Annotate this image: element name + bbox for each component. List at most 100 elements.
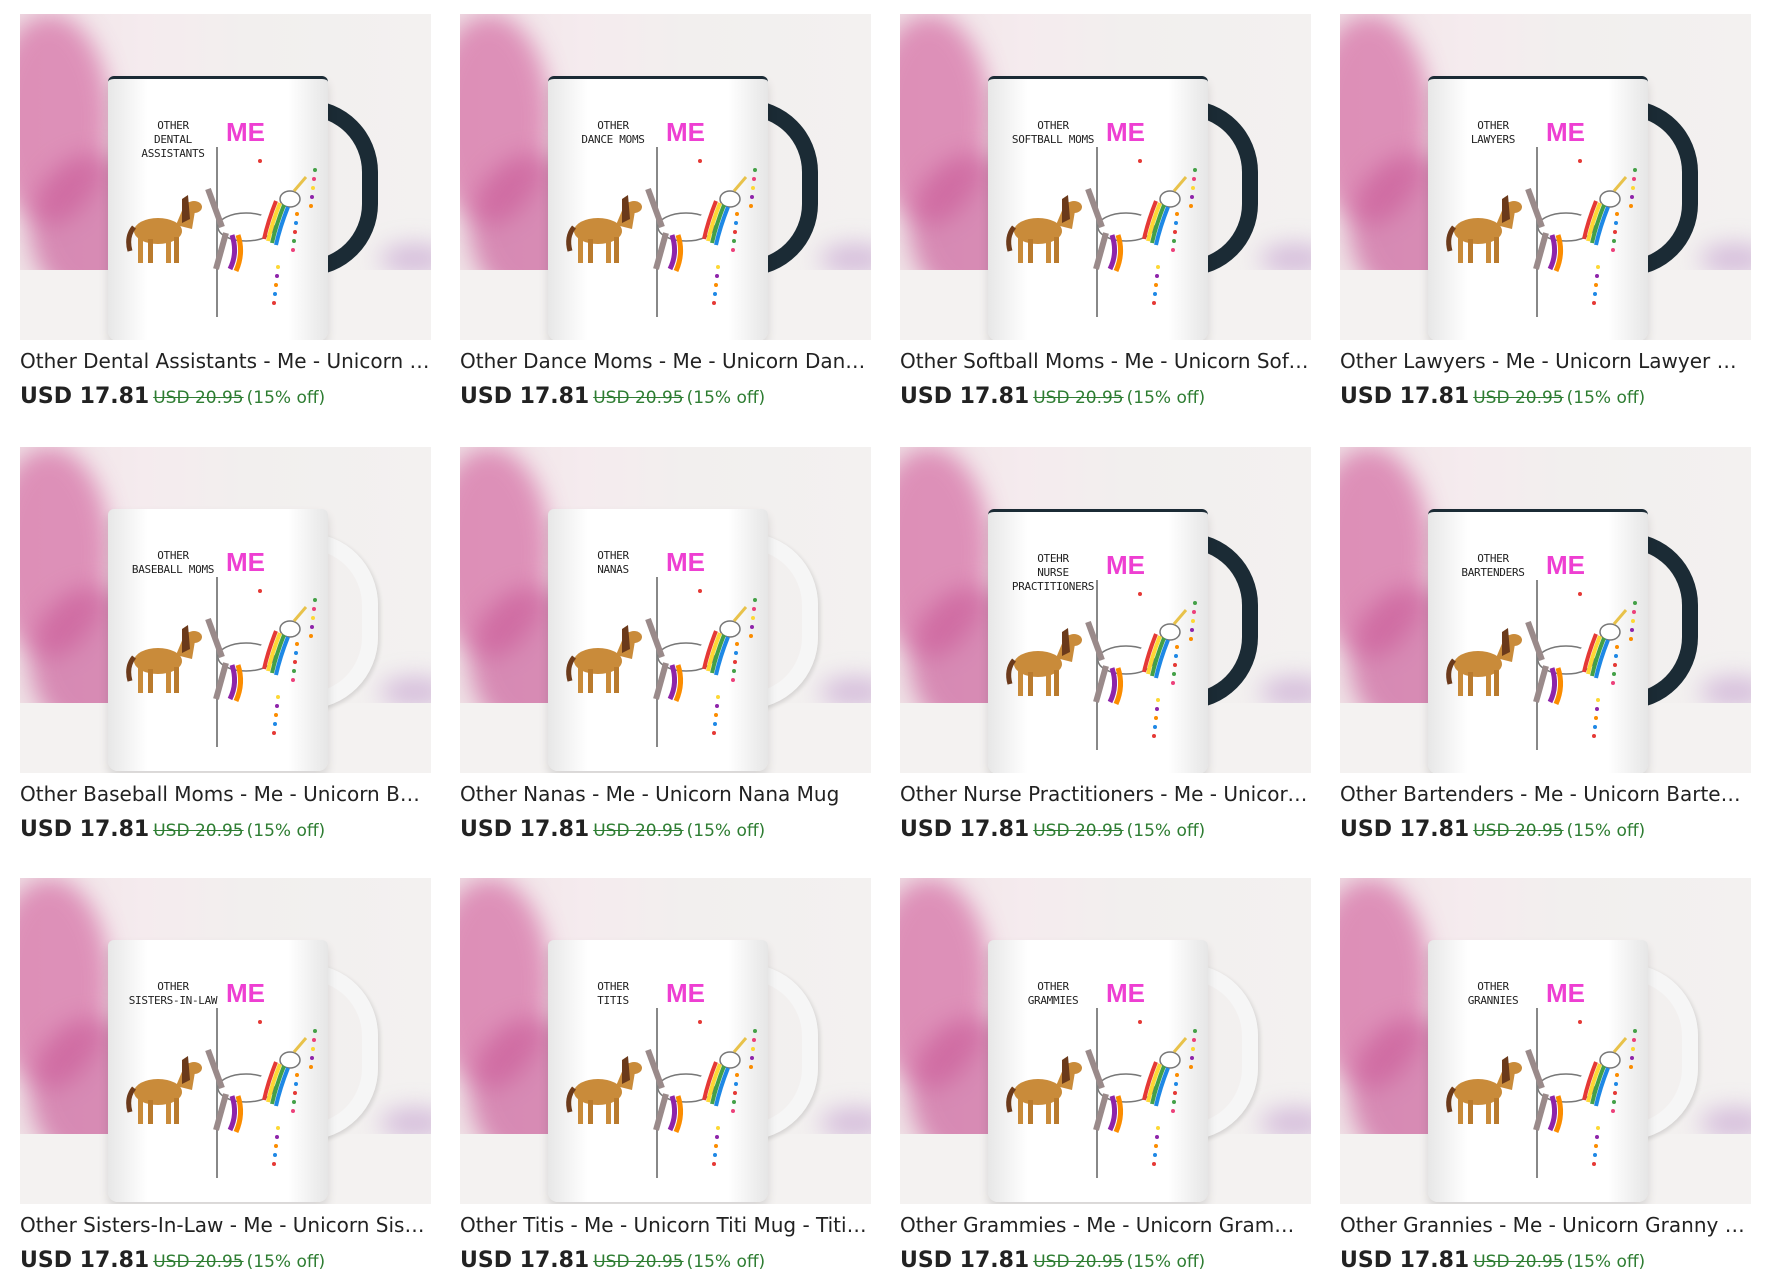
- product-title[interactable]: Other Baseball Moms - Me - Unicorn Baseb…: [20, 781, 431, 807]
- product-image[interactable]: Other Titis ME: [460, 878, 871, 1204]
- product-title[interactable]: Other Nurse Practitioners - Me - Unicorn…: [900, 781, 1311, 807]
- sale-price: USD 17.81: [900, 817, 1030, 842]
- confetti-dot: [1189, 637, 1193, 641]
- original-price: USD 20.95: [1033, 1252, 1124, 1272]
- product-card[interactable]: Other Titis ME Other Titis - Me - Unicorn T…: [460, 878, 871, 1278]
- product-title[interactable]: Other Dance Moms - Me - Unicorn Dance Mo…: [460, 348, 871, 374]
- product-card[interactable]: Other Lawyers ME Other Lawyers - Me - Unico…: [1340, 14, 1751, 414]
- product-card[interactable]: Other Grammies ME Other Grammies - Me - Uni…: [900, 878, 1311, 1278]
- confetti-dot: [1615, 1073, 1619, 1077]
- confetti-dot: [291, 248, 295, 252]
- sale-price: USD 17.81: [1340, 384, 1470, 409]
- confetti-dot: [733, 660, 737, 664]
- product-card[interactable]: Other Dental Assistants ME Other Dental Assi…: [20, 14, 431, 414]
- discount-label: (15% off): [1126, 1252, 1206, 1272]
- confetti-dot: [294, 651, 298, 655]
- product-image[interactable]: Other Sisters-in-law ME: [20, 878, 431, 1204]
- product-title[interactable]: Other Softball Moms - Me - Unicorn Softb…: [900, 348, 1311, 374]
- product-title[interactable]: Other Grammies - Me - Unicorn Grammy Mug: [900, 1212, 1311, 1238]
- mug: Other Dance Moms ME: [548, 76, 768, 340]
- mug-caption-me: ME: [666, 117, 705, 147]
- mug-caption-me: ME: [226, 117, 265, 147]
- confetti-dot: [292, 239, 296, 243]
- product-title[interactable]: Other Bartenders - Me - Unicorn Bartende…: [1340, 781, 1751, 807]
- product-image[interactable]: Other Nanas ME: [460, 447, 871, 773]
- product-card[interactable]: Otehr Nurse Practitioners ME Other Nurse Pra…: [900, 447, 1311, 847]
- original-price: USD 20.95: [1473, 821, 1564, 841]
- confetti-dot: [1611, 681, 1615, 685]
- confetti-dot: [1629, 204, 1633, 208]
- product-title[interactable]: Other Dental Assistants - Me - Unicorn D…: [20, 348, 431, 374]
- confetti-dot: [272, 1162, 276, 1166]
- product-image[interactable]: Other Bartenders ME: [1340, 447, 1751, 773]
- confetti-dot: [295, 212, 299, 216]
- product-image[interactable]: Other Grammies ME: [900, 878, 1311, 1204]
- original-price: USD 20.95: [1473, 388, 1564, 408]
- confetti-dot: [1175, 212, 1179, 216]
- product-image[interactable]: Other Grannies ME: [1340, 878, 1751, 1204]
- product-title[interactable]: Other Grannies - Me - Unicorn Granny Mug: [1340, 1212, 1751, 1238]
- mug-caption-other: Otehr Nurse Practitioners: [998, 552, 1108, 594]
- confetti-dot: [1192, 610, 1196, 614]
- product-image[interactable]: Other Dental Assistants ME: [20, 14, 431, 340]
- confetti-dot: [751, 616, 755, 620]
- mug-caption-other: Other Baseball Moms: [118, 549, 228, 577]
- mug-caption-me: ME: [1546, 978, 1585, 1008]
- mug: Other Bartenders ME: [1428, 509, 1648, 773]
- product-image[interactable]: Otehr Nurse Practitioners ME: [900, 447, 1311, 773]
- original-price: USD 20.95: [153, 821, 244, 841]
- product-image[interactable]: Other Softball Moms ME: [900, 14, 1311, 340]
- confetti-dot: [274, 283, 278, 287]
- product-image[interactable]: Other Lawyers ME: [1340, 14, 1751, 340]
- confetti-dot: [752, 607, 756, 611]
- confetti-dot: [1153, 1153, 1157, 1157]
- product-title[interactable]: Other Lawyers - Me - Unicorn Lawyer Mug: [1340, 348, 1751, 374]
- mug-caption-line: Grammies: [1027, 994, 1079, 1007]
- discount-label: (15% off): [686, 1252, 766, 1272]
- product-card[interactable]: Other Dance Moms ME Other Dance Moms - Me -…: [460, 14, 871, 414]
- confetti-dot: [1172, 672, 1176, 676]
- original-price: USD 20.95: [593, 1252, 684, 1272]
- mug-caption-me: ME: [226, 547, 265, 577]
- product-image[interactable]: Other Baseball Moms ME: [20, 447, 431, 773]
- mug-caption-line: Other: [1477, 119, 1509, 132]
- confetti-dot: [1154, 1144, 1158, 1148]
- confetti-dot: [291, 1109, 295, 1113]
- confetti-dot: [1190, 195, 1194, 199]
- confetti-dot: [1171, 681, 1175, 685]
- confetti-dot: [1190, 628, 1194, 632]
- product-card[interactable]: Other Softball Moms ME Other Softball Moms …: [900, 14, 1311, 414]
- product-title[interactable]: Other Titis - Me - Unicorn Titi Mug - Ti…: [460, 1212, 871, 1238]
- confetti-dot: [1596, 1126, 1600, 1130]
- product-card[interactable]: Other Baseball Moms ME Other Baseball Moms …: [20, 447, 431, 847]
- confetti-dot: [275, 704, 279, 708]
- confetti-dot: [714, 1144, 718, 1148]
- confetti-dot: [731, 678, 735, 682]
- confetti-dot: [274, 713, 278, 717]
- confetti-dot: [749, 204, 753, 208]
- confetti-dot: [294, 221, 298, 225]
- product-card[interactable]: Other Grannies ME Other Grannies - Me - Uni…: [1340, 878, 1751, 1278]
- product-title[interactable]: Other Sisters-In-Law - Me - Unicorn Sist…: [20, 1212, 431, 1238]
- original-price: USD 20.95: [1473, 1252, 1564, 1272]
- product-title[interactable]: Other Nanas - Me - Unicorn Nana Mug: [460, 781, 871, 807]
- confetti-dot: [751, 186, 755, 190]
- mug-caption-other: Other Dental Assistants: [118, 119, 228, 161]
- confetti-dot: [1593, 1153, 1597, 1157]
- confetti-dot: [752, 177, 756, 181]
- confetti-dot: [731, 1109, 735, 1113]
- mug-caption-line: Other: [157, 119, 189, 132]
- confetti-dot: [698, 159, 702, 163]
- product-card[interactable]: Other Bartenders ME Other Bartenders - Me -…: [1340, 447, 1751, 847]
- discount-label: (15% off): [246, 1252, 326, 1272]
- mug-caption-me: ME: [666, 547, 705, 577]
- price-row: USD 17.81 USD 20.95 (15% off): [1340, 1248, 1645, 1276]
- product-card[interactable]: Other Sisters-in-law ME Other Sisters-In-La…: [20, 878, 431, 1278]
- mug-caption-line: Lawyers: [1470, 133, 1516, 146]
- product-card[interactable]: Other Nanas ME Other Nanas - Me - Unicorn N…: [460, 447, 871, 847]
- confetti-dot: [1592, 301, 1596, 305]
- price-row: USD 17.81 USD 20.95 (15% off): [900, 384, 1205, 412]
- confetti-dot: [1611, 248, 1615, 252]
- mug: Other Titis ME: [548, 940, 768, 1202]
- product-image[interactable]: Other Dance Moms ME: [460, 14, 871, 340]
